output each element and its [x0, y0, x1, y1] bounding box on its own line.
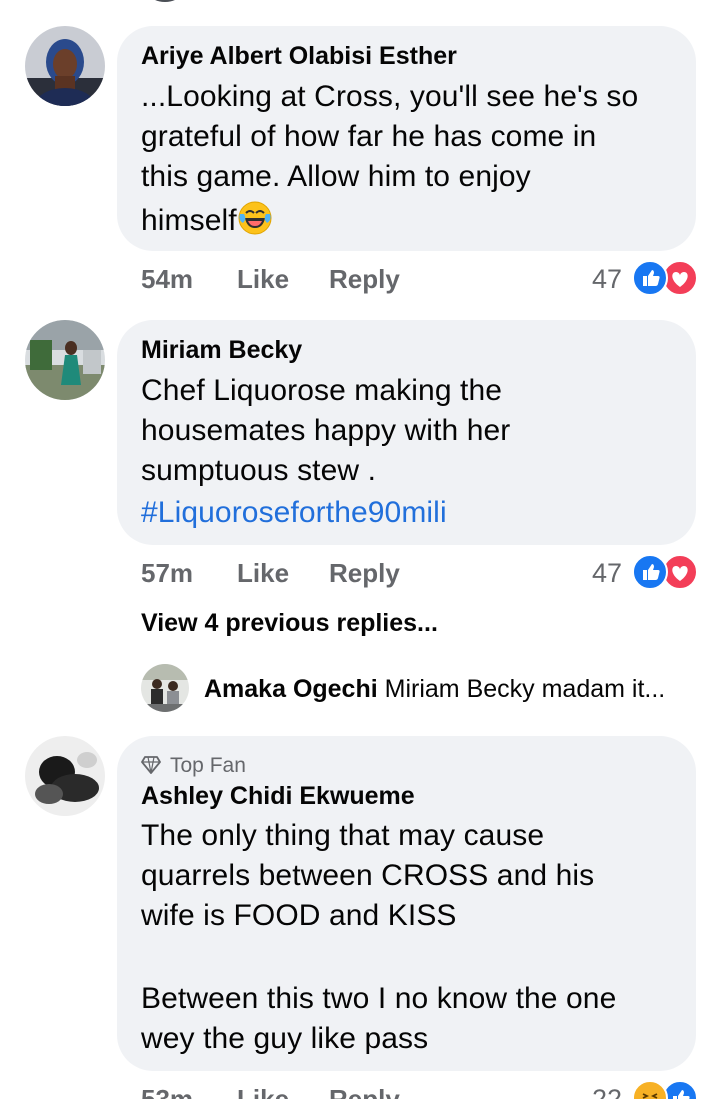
- comment-text-line: grateful of how far he has come in: [141, 120, 597, 153]
- comment-text-line: sumptuous stew .: [141, 454, 377, 487]
- avatar[interactable]: [25, 736, 105, 816]
- previous-avatar-edge: [150, 0, 180, 2]
- comment-author[interactable]: Ashley Chidi Ekwueme: [141, 782, 415, 811]
- reply-button[interactable]: Reply: [329, 264, 400, 295]
- comment-text-line: this game. Allow him to enjoy: [141, 160, 531, 193]
- haha-reaction-icon[interactable]: [632, 1080, 668, 1099]
- reply-text: Miriam Becky madam it...: [384, 675, 666, 703]
- hashtag-link[interactable]: #Liquoroseforthe90mili: [141, 496, 447, 530]
- reply-button[interactable]: Reply: [329, 558, 400, 589]
- comment-text-line: himself: [141, 200, 273, 238]
- comment-author[interactable]: Miriam Becky: [141, 336, 302, 365]
- comment-text-line: ...Looking at Cross, you'll see he's so: [141, 80, 639, 113]
- reaction-count[interactable]: 47: [592, 558, 622, 589]
- like-button[interactable]: Like: [237, 264, 289, 295]
- comment-author[interactable]: Ariye Albert Olabisi Esther: [141, 42, 457, 71]
- reply-preview[interactable]: Amaka Ogechi Miriam Becky madam it...: [204, 675, 665, 704]
- comment-timestamp[interactable]: 54m: [141, 264, 193, 295]
- reply-button[interactable]: Reply: [329, 1084, 400, 1099]
- comments-thread: Ariye Albert Olabisi Esther ...Looking a…: [0, 0, 720, 1099]
- reply-author[interactable]: Amaka Ogechi: [204, 675, 378, 703]
- like-reaction-icon[interactable]: [632, 260, 668, 296]
- comment-text-line: Between this two I no know the one: [141, 982, 617, 1015]
- reaction-count[interactable]: 22: [592, 1084, 622, 1099]
- top-fan-badge: Top Fan: [170, 754, 246, 777]
- comment-timestamp[interactable]: 53m: [141, 1084, 193, 1099]
- laughing-tears-emoji-icon: [237, 200, 273, 236]
- comment-text-line: wife is FOOD and KISS: [141, 899, 457, 932]
- like-button[interactable]: Like: [237, 1084, 289, 1099]
- comment-text-line: housemates happy with her: [141, 414, 511, 447]
- comment-text-line: wey the guy like pass: [141, 1022, 429, 1055]
- diamond-icon: [141, 756, 161, 779]
- avatar[interactable]: [141, 664, 189, 712]
- view-previous-replies-link[interactable]: View 4 previous replies...: [141, 609, 438, 638]
- comment-text-segment: himself: [141, 204, 237, 237]
- avatar[interactable]: [25, 320, 105, 400]
- like-button[interactable]: Like: [237, 558, 289, 589]
- like-reaction-icon[interactable]: [632, 554, 668, 590]
- comment-text-line: quarrels between CROSS and his: [141, 859, 595, 892]
- comment-timestamp[interactable]: 57m: [141, 558, 193, 589]
- comment-text-line: The only thing that may cause: [141, 819, 545, 852]
- avatar[interactable]: [25, 26, 105, 106]
- comment-text-line: Chef Liquorose making the: [141, 374, 503, 407]
- reaction-count[interactable]: 47: [592, 264, 622, 295]
